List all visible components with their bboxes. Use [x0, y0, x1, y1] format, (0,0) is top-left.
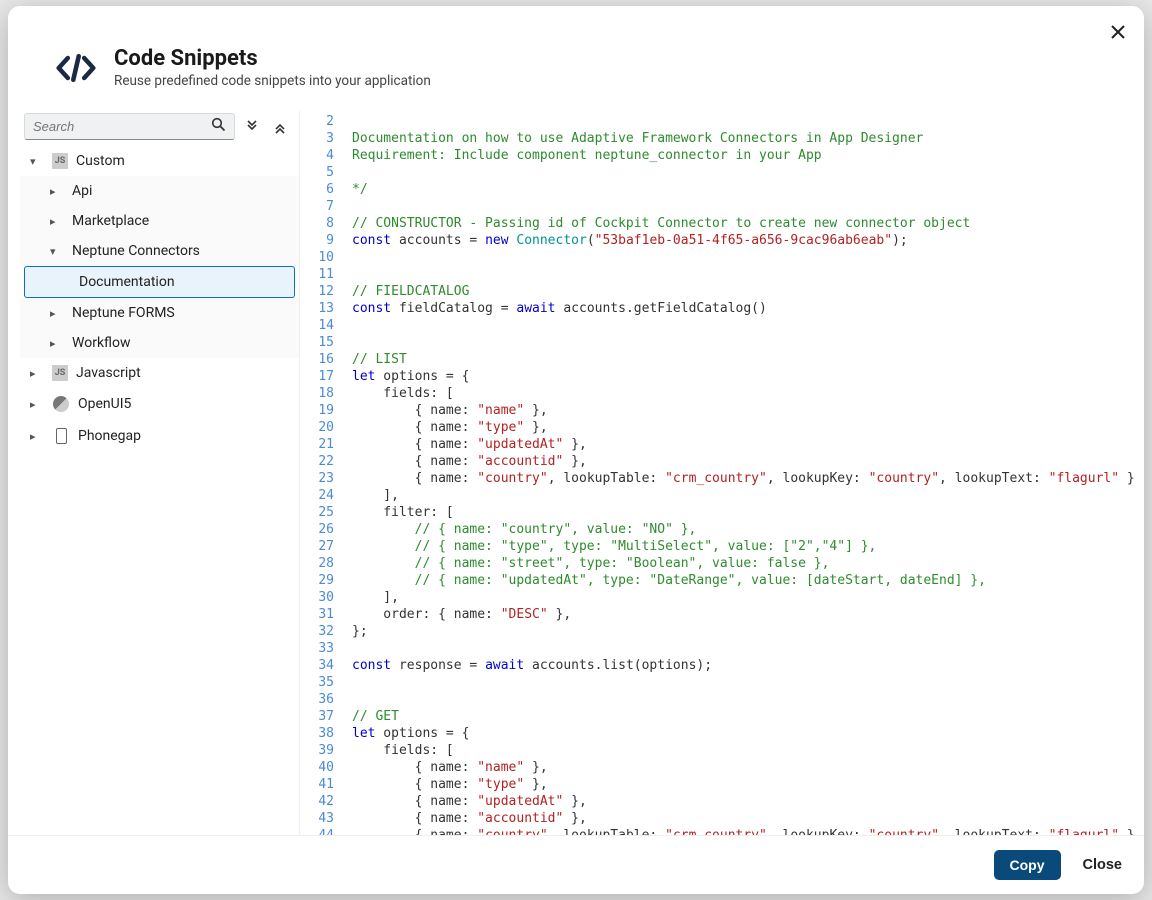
js-icon: JS — [52, 153, 68, 169]
code-snippets-modal: Code Snippets Reuse predefined code snip… — [8, 6, 1144, 894]
chevron-down-icon: ▾ — [50, 245, 64, 258]
chevron-right-icon: ▸ — [50, 337, 64, 350]
tree-label: Neptune Connectors — [72, 243, 200, 259]
tree-label: OpenUI5 — [78, 396, 131, 412]
tree-label: Marketplace — [72, 213, 149, 229]
tree-label: Custom — [76, 153, 125, 169]
modal-title: Code Snippets — [114, 46, 431, 71]
chevron-down-icon: ▾ — [30, 155, 44, 168]
tree-item-api[interactable]: ▸ Api — [20, 176, 299, 206]
chevron-right-icon: ▸ — [50, 307, 64, 320]
chevron-right-icon: ▸ — [30, 430, 44, 443]
modal-close-button[interactable] — [1106, 20, 1130, 44]
sidebar: ▾ JS Custom ▸ Api ▸ Marketplace ▾ Neptun… — [20, 111, 300, 835]
tree-item-documentation[interactable]: Documentation — [24, 266, 295, 298]
chevron-right-icon: ▸ — [50, 185, 64, 198]
tree-item-phonegap[interactable]: ▸ Phonegap — [20, 420, 299, 452]
tree: ▾ JS Custom ▸ Api ▸ Marketplace ▾ Neptun… — [20, 146, 299, 452]
chevron-right-icon: ▸ — [50, 215, 64, 228]
tree-item-openui5[interactable]: ▸ OpenUI5 — [20, 388, 299, 420]
tree-item-marketplace[interactable]: ▸ Marketplace — [20, 206, 299, 236]
tree-item-javascript[interactable]: ▸ JS Javascript — [20, 358, 299, 388]
line-gutter: 2345678910111213141516171819202122232425… — [300, 113, 344, 835]
tree-label: Documentation — [79, 274, 175, 290]
tree-item-neptune-connectors[interactable]: ▾ Neptune Connectors — [20, 236, 299, 266]
code-icon — [56, 48, 96, 88]
tree-label: Phonegap — [78, 428, 141, 444]
modal-subtitle: Reuse predefined code snippets into your… — [114, 73, 431, 89]
js-icon: JS — [52, 365, 68, 381]
copy-button[interactable]: Copy — [994, 850, 1061, 880]
code-content: Documentation on how to use Adaptive Fra… — [344, 113, 1134, 835]
tree-label: Neptune FORMS — [72, 305, 175, 321]
code-editor[interactable]: 2345678910111213141516171819202122232425… — [300, 111, 1134, 835]
tree-item-workflow[interactable]: ▸ Workflow — [20, 328, 299, 358]
search-input-wrapper — [24, 113, 235, 140]
close-button[interactable]: Close — [1083, 857, 1123, 873]
chevron-right-icon: ▸ — [30, 367, 44, 380]
modal-header: Code Snippets Reuse predefined code snip… — [8, 6, 1144, 111]
modal-footer: Copy Close — [8, 835, 1144, 894]
search-input[interactable] — [33, 119, 211, 134]
phone-icon — [52, 427, 70, 445]
tree-item-custom[interactable]: ▾ JS Custom — [20, 146, 299, 176]
search-icon[interactable] — [211, 117, 226, 136]
tree-item-neptune-forms[interactable]: ▸ Neptune FORMS — [20, 298, 299, 328]
tree-label: Api — [72, 183, 92, 199]
expand-all-button[interactable] — [269, 116, 291, 138]
openui5-icon — [52, 395, 70, 413]
chevron-right-icon: ▸ — [30, 398, 44, 411]
collapse-all-button[interactable] — [241, 116, 263, 138]
tree-label: Javascript — [76, 365, 141, 381]
tree-label: Workflow — [72, 335, 131, 351]
